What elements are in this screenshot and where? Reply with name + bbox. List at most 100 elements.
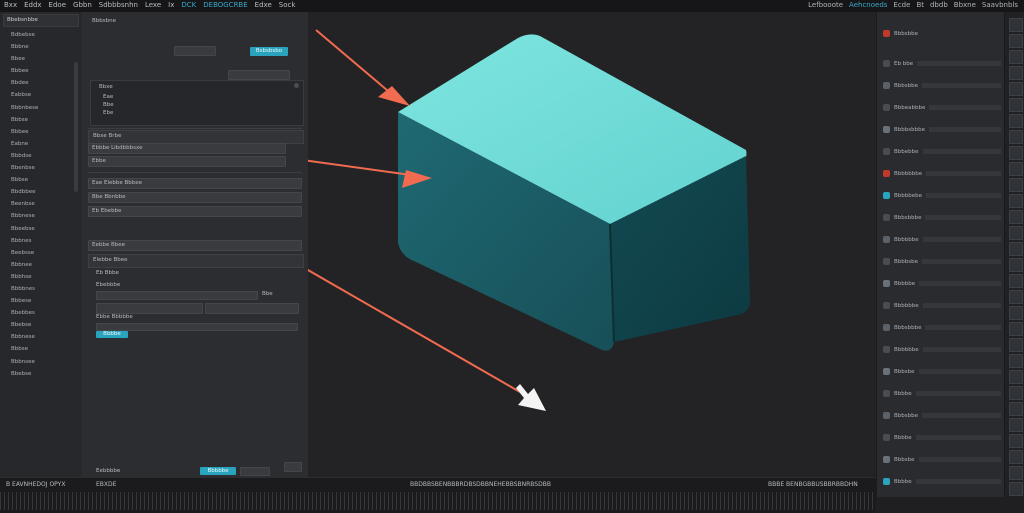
field-6[interactable]: Eebbe Bbee <box>88 240 302 251</box>
tool-icon[interactable] <box>1009 34 1023 48</box>
outliner-item[interactable]: Bbbnbese <box>0 102 82 114</box>
right-panel-row[interactable]: Eb bbe <box>883 58 1001 69</box>
row-value-bar[interactable] <box>926 193 1001 198</box>
tool-icon[interactable] <box>1009 322 1023 336</box>
outliner-item[interactable]: Bbbnese <box>0 331 82 343</box>
input-b[interactable] <box>205 303 299 314</box>
row-value-bar[interactable] <box>922 413 1001 418</box>
tool-icon[interactable] <box>1009 386 1023 400</box>
tool-icon[interactable] <box>1009 146 1023 160</box>
tree-line-2[interactable]: Bbe <box>103 102 114 108</box>
field-2[interactable]: Ebbe <box>88 156 286 167</box>
tree-collapse-icon[interactable] <box>294 83 299 88</box>
slider-field[interactable] <box>96 291 258 300</box>
tool-icon[interactable] <box>1009 66 1023 80</box>
tree-line-1[interactable]: Eae <box>103 94 113 100</box>
row-value-bar[interactable] <box>925 325 1001 330</box>
row-value-bar[interactable] <box>919 281 1001 286</box>
row-value-bar[interactable] <box>922 347 1001 352</box>
tool-icon[interactable] <box>1009 194 1023 208</box>
tool-icon[interactable] <box>1009 418 1023 432</box>
timeline-ticks[interactable] <box>0 492 876 510</box>
bottom-button[interactable]: Bbbbbe <box>200 467 236 475</box>
outliner-item[interactable]: Bdbebse <box>0 29 82 41</box>
tool-icon[interactable] <box>1009 210 1023 224</box>
row-value-bar[interactable] <box>925 215 1001 220</box>
right-panel-row[interactable]: Bbbbbe <box>883 278 1001 289</box>
tool-icon[interactable] <box>1009 290 1023 304</box>
right-panel-row[interactable]: Bbbsbbe <box>883 410 1001 421</box>
menu-item-7[interactable]: DCK <box>181 1 196 9</box>
outliner-scrollbar[interactable] <box>74 62 78 192</box>
outliner-item[interactable]: Bbbnsee <box>0 356 82 368</box>
menu-item-3[interactable]: Gbbn <box>73 1 92 9</box>
right-panel-row[interactable]: Bbbsbe <box>883 454 1001 465</box>
section-header-2[interactable]: Elebbe Bbee <box>88 254 304 268</box>
right-panel-row[interactable]: Bbbbbebe <box>883 190 1001 201</box>
row-value-bar[interactable] <box>922 149 1001 154</box>
outliner-item[interactable]: Eabbse <box>0 89 82 101</box>
input-a[interactable] <box>96 303 203 314</box>
menu-item-4[interactable]: Sdbbbsnhn <box>99 1 138 9</box>
right-panel-row[interactable]: Bbbsbbbe <box>883 322 1001 333</box>
tool-icon[interactable] <box>1009 114 1023 128</box>
top-right-1[interactable]: Aehcnoeds <box>849 1 887 9</box>
right-panel-row[interactable]: Bbbebbe <box>883 146 1001 157</box>
outliner-item[interactable]: Bbeebse <box>0 223 82 235</box>
props-value-field[interactable] <box>228 70 290 80</box>
row-value-bar[interactable] <box>922 259 1001 264</box>
outliner-item[interactable]: Bbbse <box>0 114 82 126</box>
outliner-item[interactable]: Bbdbbee <box>0 186 82 198</box>
right-panel-row[interactable]: Bbbsbe <box>883 366 1001 377</box>
right-panel-row[interactable]: Bbbbsbe <box>883 256 1001 267</box>
outliner-item[interactable]: Bbebbes <box>0 307 82 319</box>
row-value-bar[interactable] <box>922 237 1001 242</box>
outliner-item[interactable]: Bbebse <box>0 319 82 331</box>
right-panel-row[interactable]: Bbbbbbbe <box>883 168 1001 179</box>
right-panel-row[interactable]: Bbbsbbe <box>883 80 1001 91</box>
right-panel-header[interactable]: Bbbsbbe <box>883 28 1001 39</box>
menu-item-9[interactable]: Edxe <box>255 1 272 9</box>
right-panel-row[interactable]: Bbbsbbbe <box>883 212 1001 223</box>
tool-icon[interactable] <box>1009 354 1023 368</box>
right-panel-row[interactable]: Bbbbbbe <box>883 234 1001 245</box>
menu-item-6[interactable]: Ix <box>168 1 174 9</box>
field-5[interactable]: Eb Ebebbe <box>88 206 302 217</box>
row-value-bar[interactable] <box>926 171 1001 176</box>
field-3[interactable]: Eae Elebbe Bbbee <box>88 178 302 189</box>
field-4[interactable]: Bbe Bbnbbe <box>88 192 302 203</box>
right-panel-row[interactable]: Bbbbbbe <box>883 344 1001 355</box>
top-right-3[interactable]: Bt <box>916 1 924 9</box>
tool-icon[interactable] <box>1009 370 1023 384</box>
outliner-item[interactable]: Bbee <box>0 53 82 65</box>
tool-icon[interactable] <box>1009 98 1023 112</box>
outliner-item[interactable]: Bbbee <box>0 65 82 77</box>
tool-icon[interactable] <box>1009 178 1023 192</box>
row-value-bar[interactable] <box>918 457 1001 462</box>
viewport-canvas[interactable] <box>251 12 876 477</box>
tool-icon[interactable] <box>1009 482 1023 496</box>
right-panel-row[interactable]: Bbbbe <box>883 476 1001 487</box>
outliner-item[interactable]: Beenbse <box>0 198 82 210</box>
outliner-item[interactable]: Beebsse <box>0 247 82 259</box>
menu-item-2[interactable]: Edoe <box>49 1 66 9</box>
outliner-item[interactable]: Bbbne <box>0 41 82 53</box>
outliner-item[interactable]: Bbbse <box>0 174 82 186</box>
outliner-item[interactable]: Eabne <box>0 138 82 150</box>
menu-item-8[interactable]: DEBOGCRBE <box>203 1 247 9</box>
outliner-item[interactable]: Bbbse <box>0 343 82 355</box>
outliner-header[interactable]: Bbebsnbbe <box>3 14 79 27</box>
viewport-3d[interactable] <box>251 12 876 477</box>
tool-icon[interactable] <box>1009 306 1023 320</box>
tool-icon[interactable] <box>1009 242 1023 256</box>
tool-icon[interactable] <box>1009 258 1023 272</box>
menu-item-1[interactable]: Eddx <box>24 1 41 9</box>
outliner-item[interactable]: Bbebse <box>0 368 82 380</box>
tree-line-0[interactable]: Bbxe <box>99 84 113 90</box>
tool-icon[interactable] <box>1009 450 1023 464</box>
field-1[interactable]: Ebbbe Libdbbbsxe <box>88 143 286 154</box>
outliner-item[interactable]: Bbbnese <box>0 210 82 222</box>
outliner-item[interactable]: Bbbnee <box>0 259 82 271</box>
tool-icon[interactable] <box>1009 402 1023 416</box>
outliner-item[interactable]: Bbbhse <box>0 271 82 283</box>
